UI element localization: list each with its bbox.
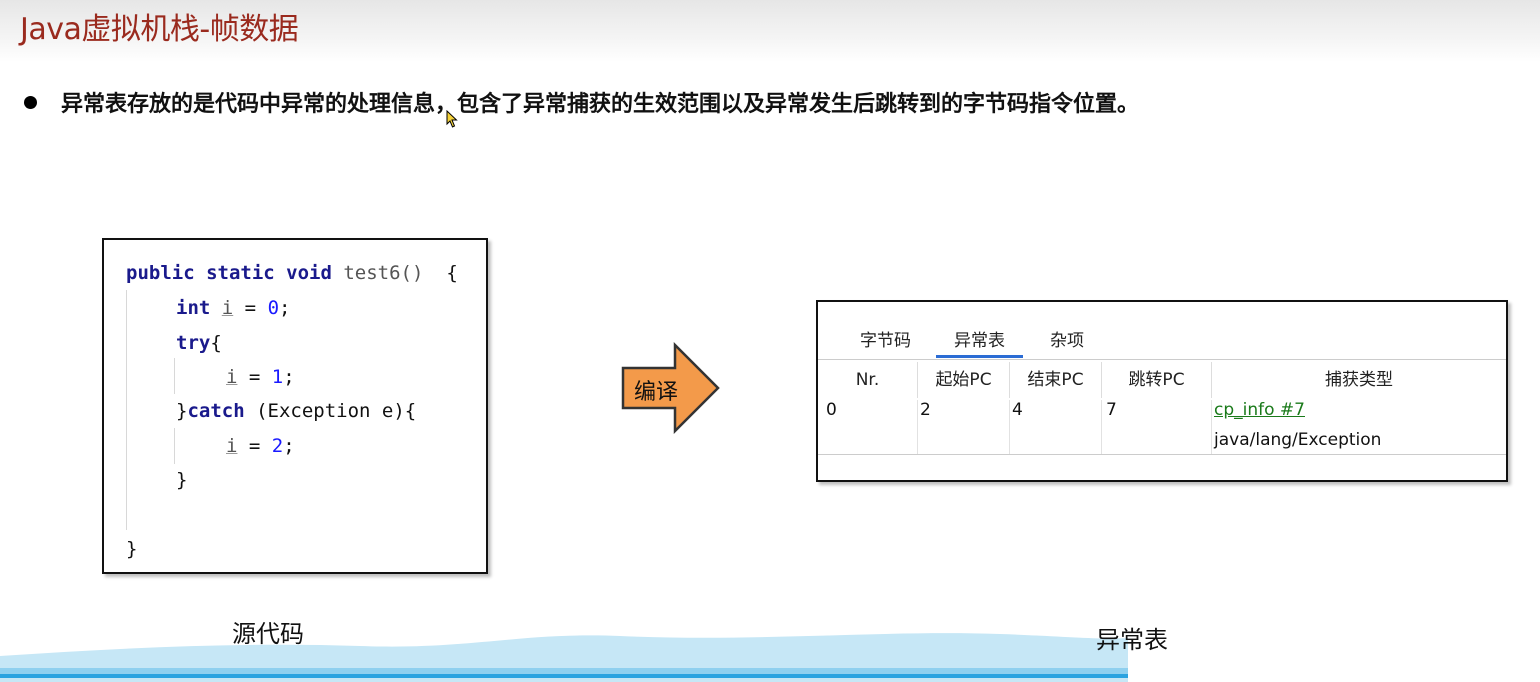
cell-catch-link[interactable]: cp_info #7 bbox=[1214, 400, 1305, 420]
cell-catch-type: java/lang/Exception bbox=[1214, 430, 1382, 450]
indent-guide bbox=[174, 358, 175, 394]
code-semicolon: ; bbox=[283, 435, 295, 457]
bullet-item: 异常表存放的是代码中异常的处理信息，包含了异常捕获的生效范围以及异常发生后跳转到… bbox=[24, 86, 1139, 118]
code-brace: { bbox=[423, 262, 458, 284]
code-number: 1 bbox=[271, 366, 284, 388]
exception-table-panel: 字节码 异常表 杂项 Nr. 起始PC 结束PC 跳转PC 捕获类型 0 2 4… bbox=[816, 300, 1508, 482]
row-divider bbox=[818, 454, 1506, 455]
column-header-handler-pc[interactable]: 跳转PC bbox=[1102, 362, 1212, 398]
source-code-box: public static void test6() { int i = 0; … bbox=[102, 238, 488, 574]
bullet-icon bbox=[24, 95, 37, 109]
code-number: 0 bbox=[267, 297, 280, 319]
code-semicolon: ; bbox=[279, 297, 291, 319]
tab-bytecode[interactable]: 字节码 bbox=[860, 326, 911, 358]
code-keyword: catch bbox=[187, 400, 245, 422]
cell-nr: 0 bbox=[826, 400, 837, 420]
column-header-start-pc[interactable]: 起始PC bbox=[918, 362, 1010, 398]
column-separator bbox=[1009, 400, 1010, 454]
code-line-8: } bbox=[126, 538, 138, 560]
indent-guide bbox=[174, 428, 175, 464]
code-variable: i bbox=[226, 435, 238, 457]
caption-exception-table: 异常表 bbox=[1096, 626, 1168, 654]
slide-title: Java虚拟机栈-帧数据 bbox=[20, 12, 299, 47]
code-brace: } bbox=[176, 400, 188, 422]
cell-handler-pc: 7 bbox=[1106, 400, 1117, 420]
code-keyword: int bbox=[176, 297, 211, 319]
column-header-nr[interactable]: Nr. bbox=[818, 362, 918, 398]
cell-end-pc: 4 bbox=[1012, 400, 1023, 420]
caption-source-code: 源代码 bbox=[232, 620, 304, 648]
decorative-wave bbox=[0, 633, 1128, 682]
column-separator bbox=[1211, 400, 1212, 454]
code-operator: = bbox=[233, 297, 268, 319]
code-variable: i bbox=[226, 366, 238, 388]
code-variable: i bbox=[221, 297, 234, 319]
code-keyword: public static void bbox=[126, 262, 332, 284]
code-line-5: }catch (Exception e){ bbox=[176, 400, 416, 422]
code-keyword: try bbox=[176, 332, 211, 354]
code-line-7: } bbox=[176, 469, 188, 491]
code-brace: { bbox=[210, 332, 222, 354]
tab-misc[interactable]: 杂项 bbox=[1050, 326, 1084, 358]
indent-guide bbox=[126, 290, 127, 530]
tab-divider bbox=[818, 359, 1506, 360]
code-operator: = bbox=[237, 366, 272, 388]
code-operator: = bbox=[237, 435, 272, 457]
code-line-6: i = 2; bbox=[226, 435, 295, 457]
column-header-end-pc[interactable]: 结束PC bbox=[1010, 362, 1102, 398]
column-separator bbox=[1101, 400, 1102, 454]
tab-exception-table[interactable]: 异常表 bbox=[936, 326, 1023, 358]
column-header-catch-type[interactable]: 捕获类型 bbox=[1212, 362, 1506, 398]
code-line-2: int i = 0; bbox=[176, 297, 290, 319]
cell-start-pc: 2 bbox=[920, 400, 931, 420]
code-number: 2 bbox=[271, 435, 284, 457]
code-method-name: test6() bbox=[343, 262, 424, 284]
code-line-1: public static void test6() { bbox=[126, 262, 458, 284]
mouse-cursor-icon bbox=[446, 110, 458, 128]
column-separator bbox=[917, 400, 918, 454]
code-line-3: try{ bbox=[176, 332, 222, 354]
bullet-text: 异常表存放的是代码中异常的处理信息，包含了异常捕获的生效范围以及异常发生后跳转到… bbox=[61, 92, 1140, 117]
code-line-4: i = 1; bbox=[226, 366, 295, 388]
code-exception-param: (Exception e){ bbox=[244, 400, 417, 422]
code-semicolon: ; bbox=[283, 366, 295, 388]
tab-bar: 字节码 异常表 杂项 bbox=[818, 302, 1506, 360]
compile-label: 编译 bbox=[634, 380, 679, 405]
